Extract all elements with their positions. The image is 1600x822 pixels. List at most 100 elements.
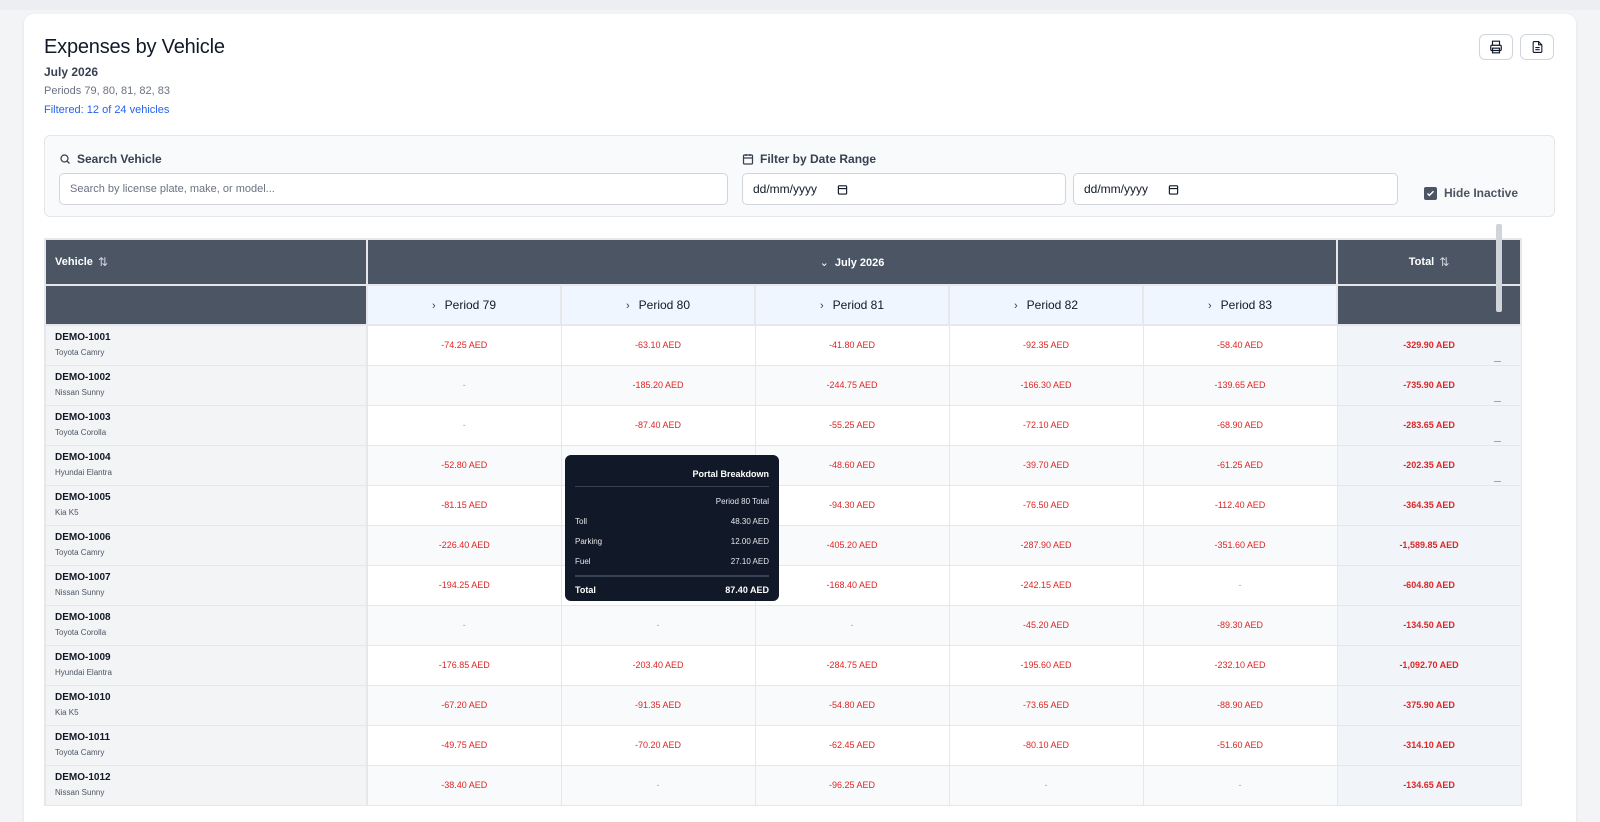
period-value-cell[interactable]: -48.60 AED [755, 445, 950, 486]
period-value-cell[interactable]: -67.20 AED [367, 685, 562, 726]
period-value-cell[interactable]: -139.65 AED [1143, 365, 1338, 406]
period-value-cell[interactable]: -242.15 AED [949, 565, 1144, 606]
vehicle-cell[interactable]: DEMO-1003 Toyota Corolla [44, 405, 368, 446]
date-to-input[interactable]: dd/mm/yyyy [1073, 173, 1398, 205]
period-value-cell[interactable]: -55.25 AED [755, 405, 950, 446]
period-value-cell[interactable]: -96.25 AED [755, 765, 950, 806]
period-header[interactable]: › Period 80 [560, 284, 756, 326]
vehicle-cell[interactable]: DEMO-1012 Nissan Sunny [44, 765, 368, 806]
period-value-cell[interactable]: - [561, 605, 756, 646]
calendar-picker-icon[interactable] [1168, 184, 1179, 195]
period-value-cell[interactable]: -185.20 AED [561, 365, 756, 406]
table-row[interactable]: DEMO-1004 Hyundai Elantra -52.80 AED -48.60… [44, 445, 1522, 486]
period-value-cell[interactable]: -87.40 AED [561, 405, 756, 446]
vehicle-cell[interactable]: DEMO-1002 Nissan Sunny [44, 365, 368, 406]
table-row[interactable]: DEMO-1011 Toyota Camry -49.75 AED -70.20 AE… [44, 725, 1522, 766]
export-button[interactable] [1520, 34, 1554, 60]
period-value-cell[interactable]: -76.50 AED [949, 485, 1144, 526]
table-row[interactable]: DEMO-1010 Kia K5 -67.20 AED -91.35 AED -54.8… [44, 685, 1522, 726]
vehicle-cell[interactable]: DEMO-1004 Hyundai Elantra [44, 445, 368, 486]
search-input[interactable]: Search by license plate, make, or model.… [59, 173, 728, 205]
period-value-cell[interactable]: -168.40 AED [755, 565, 950, 606]
period-value-cell[interactable]: - [949, 765, 1144, 806]
period-value-cell[interactable]: -45.20 AED [949, 605, 1144, 646]
period-value-cell[interactable]: -351.60 AED [1143, 525, 1338, 566]
period-value-cell[interactable]: -244.75 AED [755, 365, 950, 406]
period-value-cell[interactable]: -232.10 AED [1143, 645, 1338, 686]
period-value-cell[interactable]: -166.30 AED [949, 365, 1144, 406]
period-value-cell[interactable]: -80.10 AED [949, 725, 1144, 766]
vehicle-cell[interactable]: DEMO-1011 Toyota Camry [44, 725, 368, 766]
period-value-cell[interactable]: -92.35 AED [949, 325, 1144, 366]
period-header[interactable]: › Period 79 [366, 284, 562, 326]
table-row[interactable]: DEMO-1007 Nissan Sunny -194.25 AED -168.40 … [44, 565, 1522, 606]
period-value-cell[interactable]: - [367, 405, 562, 446]
period-header[interactable]: › Period 83 [1141, 284, 1339, 326]
date-from-input[interactable]: dd/mm/yyyy [742, 173, 1066, 205]
vehicle-cell[interactable]: DEMO-1010 Kia K5 [44, 685, 368, 726]
table-scrollbar[interactable] [1496, 224, 1502, 312]
print-button[interactable] [1479, 34, 1513, 60]
vehicle-cell[interactable]: DEMO-1006 Toyota Camry [44, 525, 368, 566]
vehicle-cell[interactable]: DEMO-1001 Toyota Camry [44, 325, 368, 366]
period-header[interactable]: › Period 82 [948, 284, 1144, 326]
table-row[interactable]: DEMO-1001 Toyota Camry -74.25 AED -63.10 AE… [44, 325, 1522, 366]
period-value-cell[interactable]: -94.30 AED [755, 485, 950, 526]
period-value-cell[interactable]: -203.40 AED [561, 645, 756, 686]
period-value-cell[interactable]: -52.80 AED [367, 445, 562, 486]
period-value-cell[interactable]: -176.85 AED [367, 645, 562, 686]
period-value-cell[interactable]: - [1143, 565, 1338, 606]
period-value-cell[interactable]: -91.35 AED [561, 685, 756, 726]
period-value-cell[interactable]: -63.10 AED [561, 325, 756, 366]
sort-icon[interactable]: ⇅ [98, 255, 108, 269]
vehicle-cell[interactable]: DEMO-1008 Toyota Corolla [44, 605, 368, 646]
period-value-cell[interactable]: -39.70 AED [949, 445, 1144, 486]
period-value-cell[interactable]: -73.65 AED [949, 685, 1144, 726]
period-header[interactable]: › Period 81 [754, 284, 950, 326]
period-value-cell[interactable]: -81.15 AED [367, 485, 562, 526]
period-value-cell[interactable]: - [561, 765, 756, 806]
period-value-cell[interactable]: -70.20 AED [561, 725, 756, 766]
vehicle-cell[interactable]: DEMO-1009 Hyundai Elantra [44, 645, 368, 686]
period-value-cell[interactable]: -72.10 AED [949, 405, 1144, 446]
table-row[interactable]: DEMO-1005 Kia K5 -81.15 AED -94.30 AED -76.5… [44, 485, 1522, 526]
table-row[interactable]: DEMO-1012 Nissan Sunny -38.40 AED - -96.25 A… [44, 765, 1522, 806]
period-value-cell[interactable]: - [755, 605, 950, 646]
vehicle-cell[interactable]: DEMO-1005 Kia K5 [44, 485, 368, 526]
table-row[interactable]: DEMO-1003 Toyota Corolla - -87.40 AED -55.25… [44, 405, 1522, 446]
vehicle-cell[interactable]: DEMO-1007 Nissan Sunny [44, 565, 368, 606]
table-row[interactable]: DEMO-1002 Nissan Sunny - -185.20 AED -244.75… [44, 365, 1522, 406]
hide-inactive-toggle[interactable]: Hide Inactive [1424, 186, 1518, 200]
period-value-cell[interactable]: - [367, 605, 562, 646]
table-row[interactable]: DEMO-1006 Toyota Camry -226.40 AED -405.20 … [44, 525, 1522, 566]
table-row[interactable]: DEMO-1008 Toyota Corolla - - - -45.20 AED -89.… [44, 605, 1522, 646]
period-value-cell[interactable]: -62.45 AED [755, 725, 950, 766]
calendar-picker-icon[interactable] [837, 184, 848, 195]
period-value-cell[interactable]: -74.25 AED [367, 325, 562, 366]
period-value-cell[interactable]: -58.40 AED [1143, 325, 1338, 366]
period-value-cell[interactable]: -61.25 AED [1143, 445, 1338, 486]
period-value-cell[interactable]: -405.20 AED [755, 525, 950, 566]
period-value-cell[interactable]: -287.90 AED [949, 525, 1144, 566]
period-value-cell[interactable]: -284.75 AED [755, 645, 950, 686]
period-value-cell[interactable]: -195.60 AED [949, 645, 1144, 686]
period-value-cell[interactable]: - [1143, 765, 1338, 806]
vehicle-column-header[interactable]: Vehicle ⇅ [44, 238, 368, 286]
hide-inactive-checkbox[interactable] [1424, 186, 1437, 200]
period-value-cell[interactable]: -51.60 AED [1143, 725, 1338, 766]
period-value-cell[interactable]: -194.25 AED [367, 565, 562, 606]
period-value-cell[interactable]: -89.30 AED [1143, 605, 1338, 646]
month-group-header[interactable]: ⌄ July 2026 [365, 238, 1339, 286]
period-value-cell[interactable]: -88.90 AED [1143, 685, 1338, 726]
period-value-cell[interactable]: -41.80 AED [755, 325, 950, 366]
period-value-cell[interactable]: -49.75 AED [367, 725, 562, 766]
period-value-cell[interactable]: -112.40 AED [1143, 485, 1338, 526]
sort-icon[interactable]: ⇅ [1439, 255, 1449, 269]
period-value-cell[interactable]: -54.80 AED [755, 685, 950, 726]
period-value-cell[interactable]: -38.40 AED [367, 765, 562, 806]
period-value-cell[interactable]: -226.40 AED [367, 525, 562, 566]
period-value-cell[interactable]: -68.90 AED [1143, 405, 1338, 446]
table-row[interactable]: DEMO-1009 Hyundai Elantra -176.85 AED -203.… [44, 645, 1522, 686]
total-column-header[interactable]: Total ⇅ [1336, 238, 1523, 286]
period-value-cell[interactable]: - [367, 365, 562, 406]
